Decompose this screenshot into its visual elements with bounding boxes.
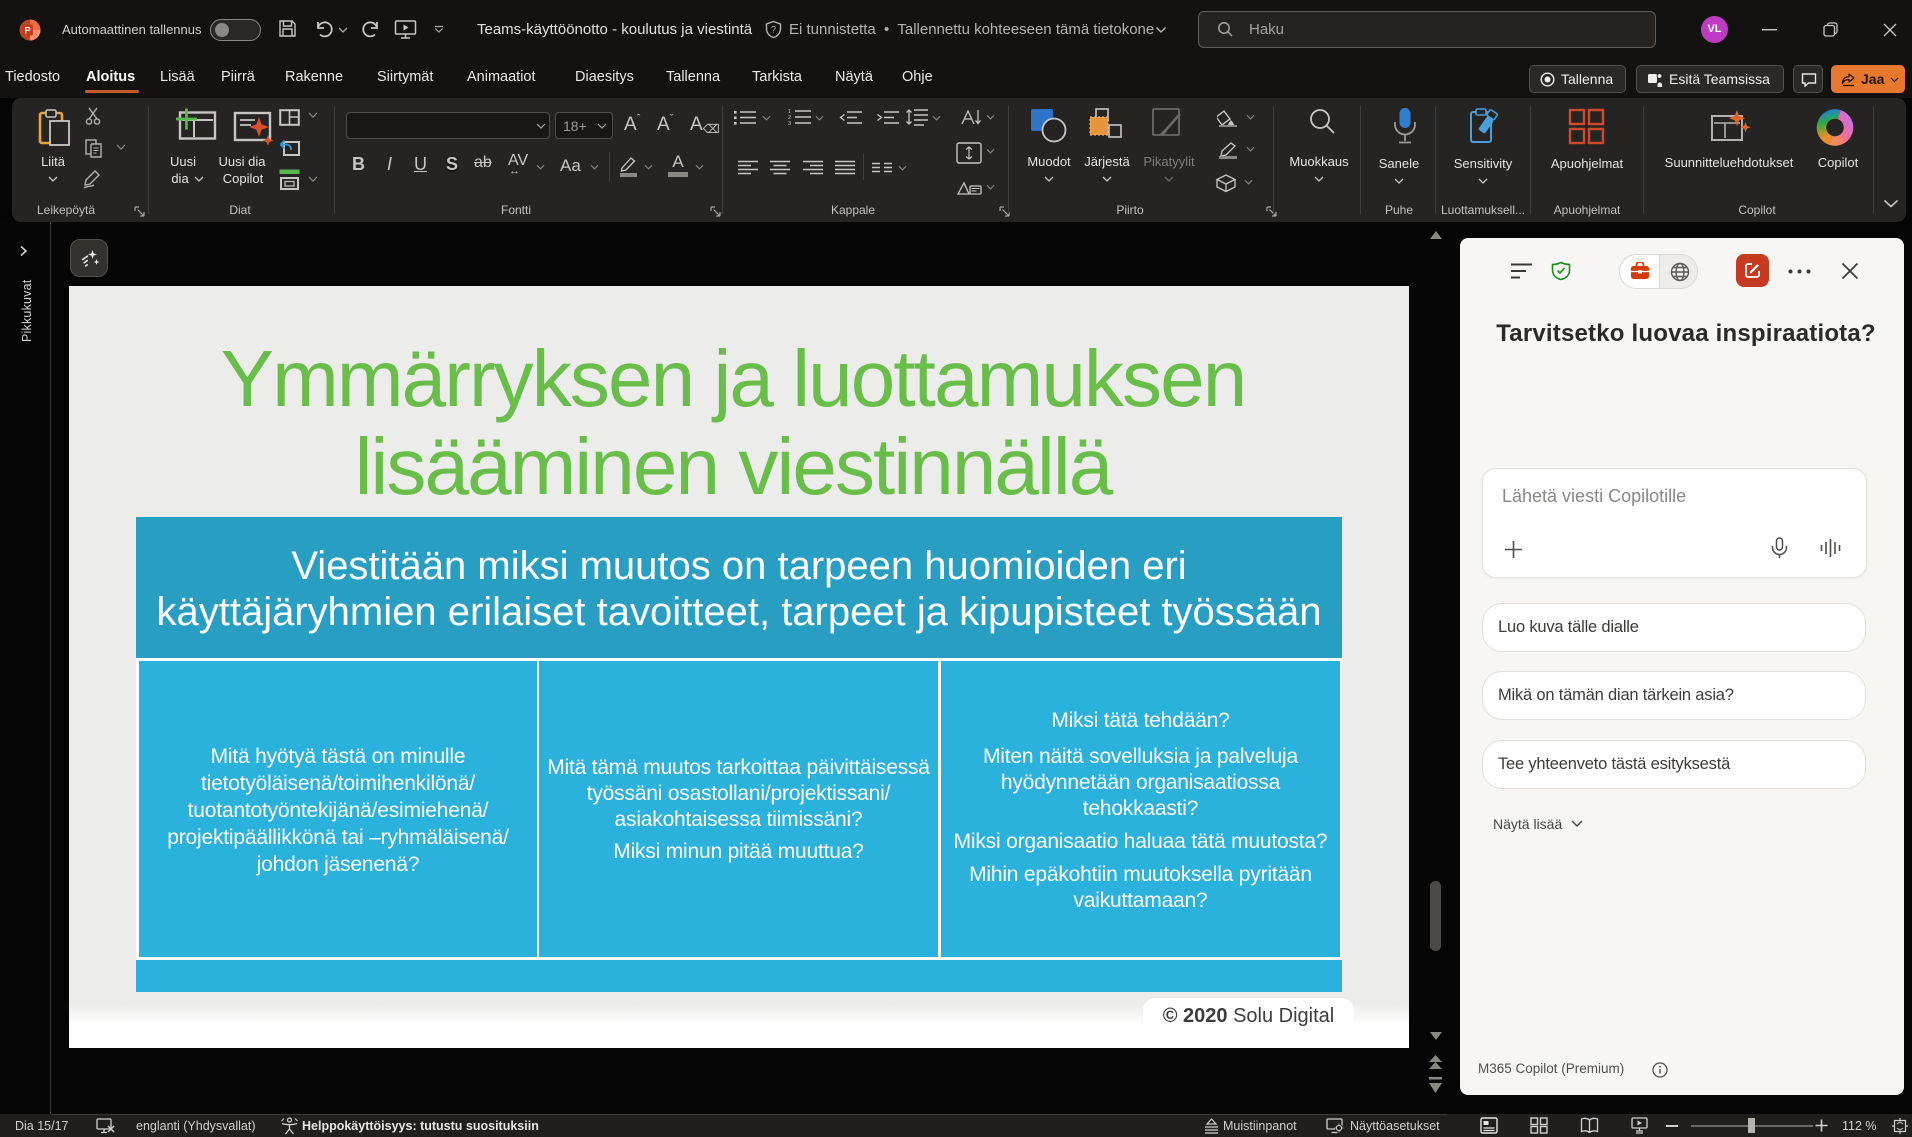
- svg-text:3: 3: [788, 121, 791, 126]
- svg-text:P: P: [24, 26, 31, 37]
- svg-text:?: ?: [771, 25, 776, 35]
